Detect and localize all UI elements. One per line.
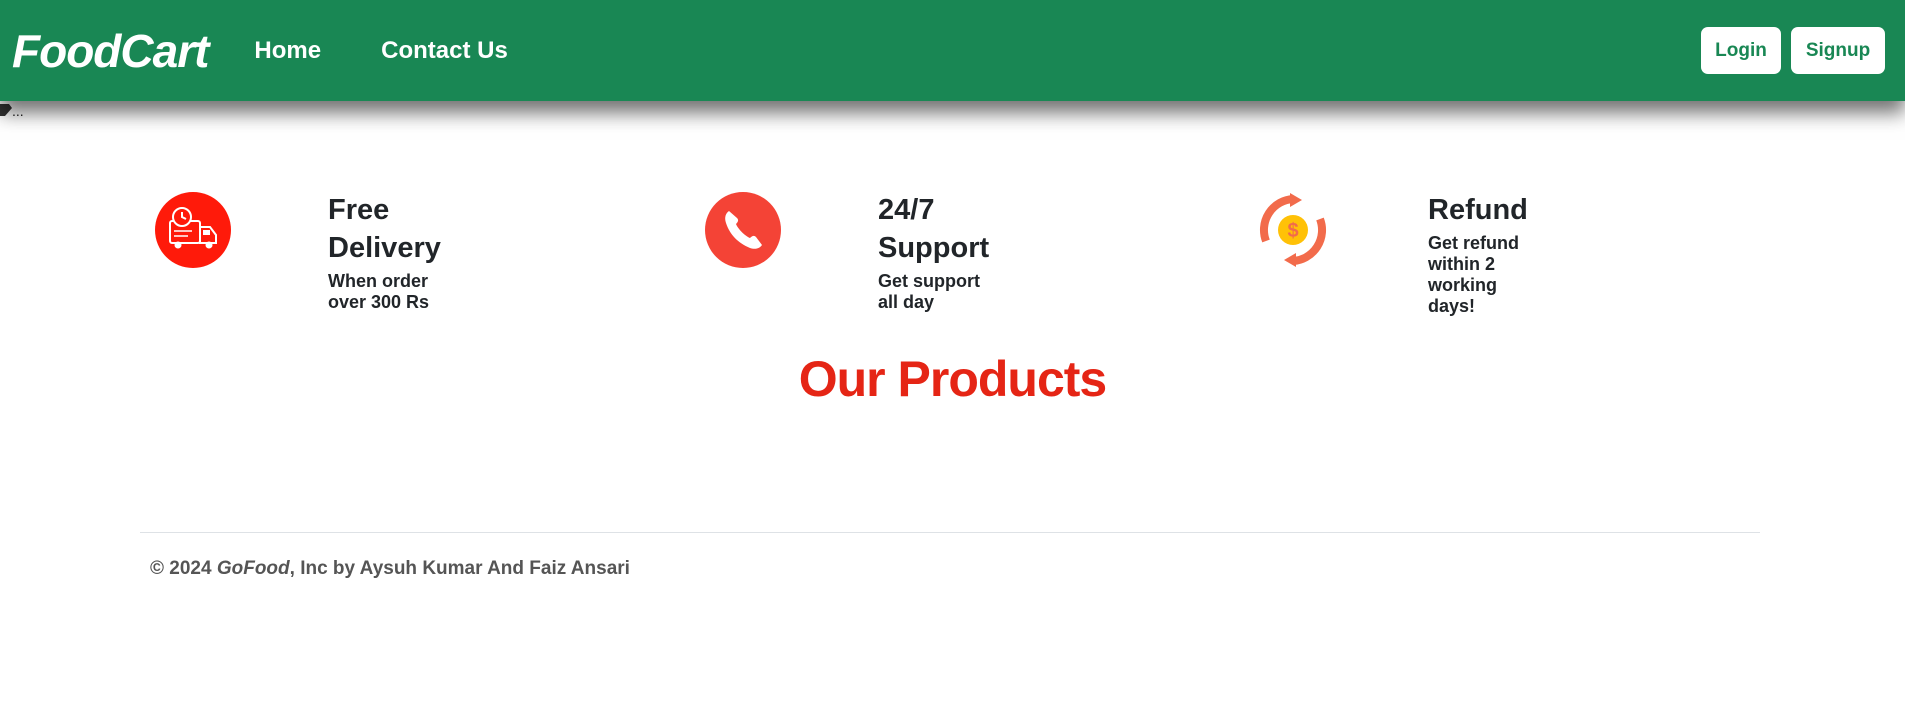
broken-image-glyph [0,104,12,116]
feature-free-delivery: Free Delivery When order over 300 Rs [154,191,441,312]
feature-subtitle: When order over 300 Rs [328,271,430,312]
svg-text:$: $ [1287,220,1298,242]
feature-refund: $ Refund Get refund within 2 working day… [1254,191,1528,316]
feature-title: Refund [1428,194,1528,226]
nav-link-home[interactable]: Home [254,37,321,65]
phone-icon [704,191,782,269]
feature-title: Free Delivery [328,194,441,264]
brand-logo[interactable]: FoodCart [12,24,209,78]
footer-divider [140,532,1760,533]
broken-image-alt: ... [12,103,24,119]
footer-prefix: © 2024 [150,558,217,579]
footer-suffix: , Inc by Aysuh Kumar And Faiz Ansari [289,558,630,579]
refund-icon: $ [1254,191,1332,269]
delivery-truck-icon [154,191,232,269]
broken-image-icon: ... [0,103,24,119]
footer-brand: GoFood [216,558,290,579]
navbar: FoodCart Home Contact Us Login Signup [0,0,1905,101]
products-title: Our Products [798,351,1107,407]
feature-text: Refund Get refund within 2 working days! [1428,191,1528,317]
footer: © 2024 GoFood, Inc by Aysuh Kumar And Fa… [150,558,630,580]
feature-subtitle: Get refund within 2 working days! [1428,233,1520,316]
signup-button[interactable]: Signup [1791,27,1885,74]
login-button[interactable]: Login [1701,27,1781,74]
feature-text: Free Delivery When order over 300 Rs [328,191,441,313]
feature-title: 24/7 Support [878,194,990,264]
feature-text: 24/7 Support Get support all day [878,191,989,313]
auth-buttons: Login Signup [1701,27,1885,74]
nav-link-contact-us[interactable]: Contact Us [381,37,508,65]
feature-subtitle: Get support all day [878,271,980,312]
feature-support: 24/7 Support Get support all day [704,191,989,312]
